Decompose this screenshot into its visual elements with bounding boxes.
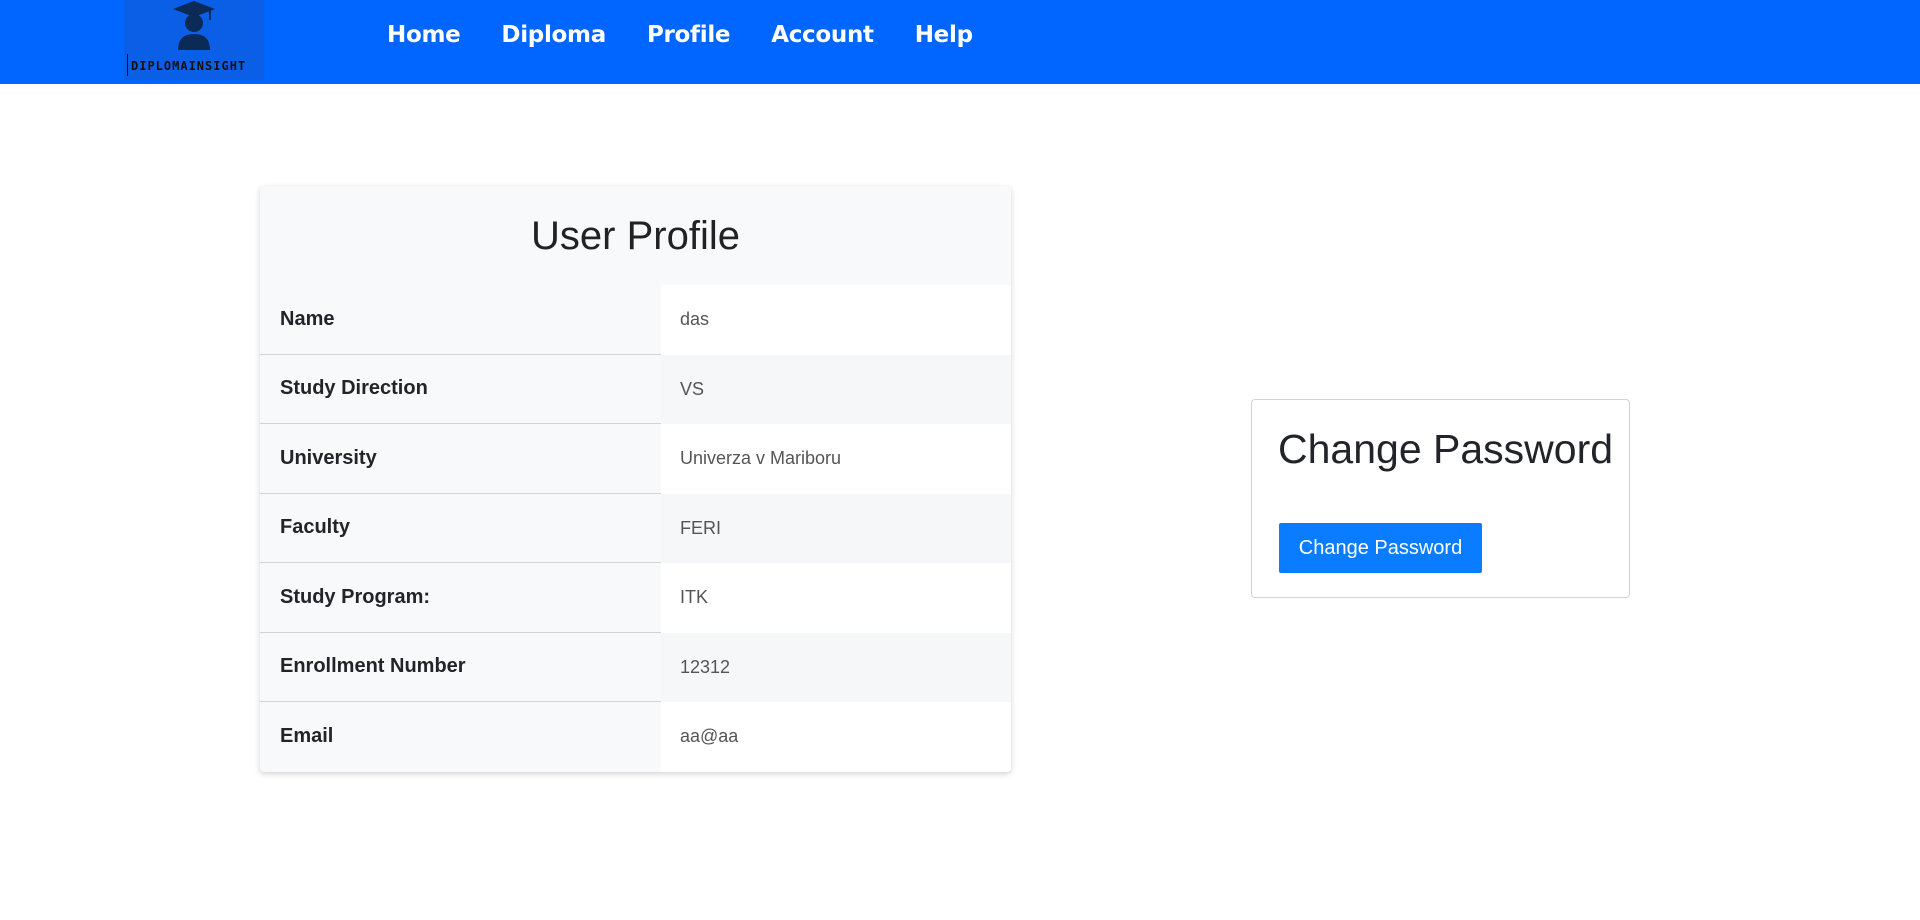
row-label: Enrollment Number [260, 633, 661, 702]
row-label: Study Program: [260, 563, 661, 633]
nav-profile[interactable]: Profile [647, 22, 731, 48]
profile-row-email: Email aa@aa [260, 702, 1011, 772]
profile-row-enrollment-number: Enrollment Number 12312 [260, 632, 1011, 702]
change-password-button[interactable]: Change Password [1279, 523, 1482, 573]
brand-name: DIPLOMAINSIGHT [131, 59, 247, 73]
row-label: Email [280, 725, 334, 748]
nav-home[interactable]: Home [387, 22, 461, 48]
profile-title: User Profile [531, 214, 740, 258]
change-password-title: Change Password [1278, 426, 1614, 472]
row-value: VS [661, 354, 1011, 424]
row-value: aa@aa [661, 702, 1011, 772]
change-password-card: Change Password Change Password [1251, 399, 1630, 598]
row-label: Name [260, 285, 661, 355]
nav-help[interactable]: Help [915, 22, 973, 48]
row-value: ITK [661, 563, 1011, 633]
main-nav: Home Diploma Profile Account Help [387, 22, 1014, 48]
profile-row-name: Name das [260, 285, 1011, 355]
nav-account[interactable]: Account [771, 22, 874, 48]
row-label: University [260, 424, 661, 494]
row-label: Faculty [260, 494, 661, 563]
top-navbar: DIPLOMAINSIGHT Home Diploma Profile Acco… [0, 0, 1920, 84]
row-value: das [661, 285, 1011, 355]
row-value: 12312 [661, 632, 1011, 702]
brand-logo[interactable]: DIPLOMAINSIGHT [124, 0, 264, 80]
profile-row-faculty: Faculty FERI [260, 493, 1011, 563]
row-value: FERI [661, 493, 1011, 563]
user-profile-card: User Profile Name das Study Direction VS… [260, 186, 1011, 772]
profile-row-study-direction: Study Direction VS [260, 354, 1011, 424]
row-label: Study Direction [260, 355, 661, 424]
graduate-icon [173, 1, 215, 50]
profile-row-university: University Univerza v Mariboru [260, 424, 1011, 494]
row-value: Univerza v Mariboru [661, 424, 1011, 494]
nav-diploma[interactable]: Diploma [501, 22, 606, 48]
logo-divider [127, 54, 128, 76]
profile-row-study-program: Study Program: ITK [260, 563, 1011, 633]
